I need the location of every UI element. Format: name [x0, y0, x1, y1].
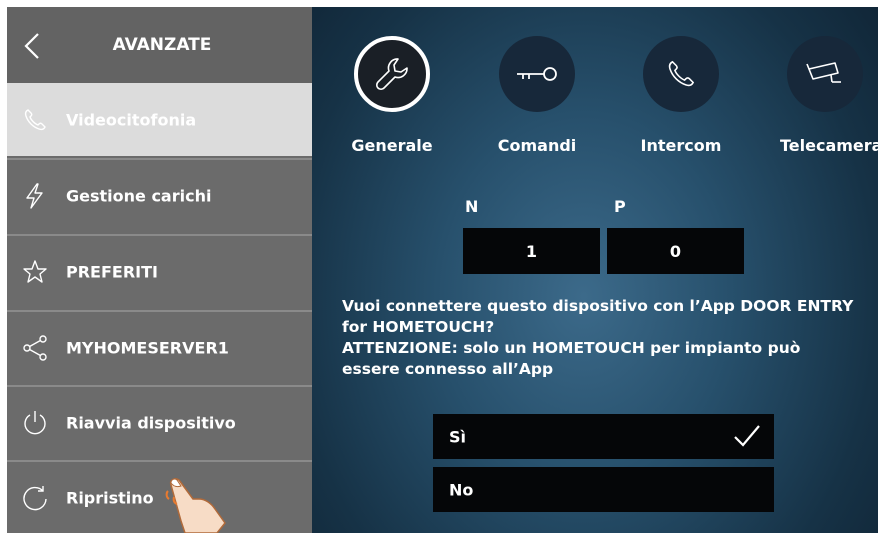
tab-intercom[interactable]: Intercom: [636, 36, 726, 155]
main-panel: Generale Comandi Intercom Telecamera N P…: [312, 7, 878, 533]
sidebar: AVANZATE Videocitofonia Gestione carichi…: [7, 7, 312, 533]
tab-icon-circle: [499, 36, 575, 112]
star-icon: [23, 259, 47, 283]
p-field[interactable]: 0: [607, 228, 744, 274]
sidebar-item-ripristino[interactable]: Ripristino: [7, 460, 312, 533]
sidebar-item-preferiti[interactable]: PREFERITI: [7, 234, 312, 307]
sidebar-item-label: PREFERITI: [66, 262, 158, 281]
tab-label: Telecamera: [780, 136, 878, 155]
sidebar-item-label: Ripristino: [66, 488, 154, 507]
sidebar-item-myhomeserver[interactable]: MYHOMESERVER1: [7, 310, 312, 383]
tab-label: Generale: [351, 136, 433, 155]
sidebar-item-videocitofonia[interactable]: Videocitofonia: [7, 83, 312, 156]
camera-icon: [806, 62, 841, 83]
n-field[interactable]: 1: [463, 228, 600, 274]
tab-icon-circle: [354, 36, 430, 112]
phone-icon: [24, 108, 46, 130]
sidebar-item-gestione-carichi[interactable]: Gestione carichi: [7, 158, 312, 231]
sidebar-item-label: Riavvia dispositivo: [66, 413, 236, 432]
tab-label: Intercom: [640, 136, 722, 155]
app-screen: AVANZATE Videocitofonia Gestione carichi…: [7, 7, 878, 533]
tab-label: Comandi: [497, 136, 577, 155]
reset-icon: [23, 485, 47, 510]
phone-icon: [668, 60, 695, 87]
option-label: No: [449, 480, 474, 499]
power-icon: [24, 410, 46, 434]
tab-icon-circle: [643, 36, 719, 112]
share-icon: [23, 334, 47, 361]
finger-pointer-icon: [165, 478, 226, 533]
connect-question: Vuoi connettere questo dispositivo con l…: [342, 296, 862, 380]
tab-telecamera[interactable]: Telecamera: [780, 36, 878, 155]
wrench-icon: [375, 58, 408, 91]
option-no[interactable]: No: [433, 467, 774, 512]
sidebar-item-label: MYHOMESERVER1: [66, 338, 229, 357]
sidebar-item-label: Videocitofonia: [66, 110, 197, 129]
sidebar-item-riavvia[interactable]: Riavvia dispositivo: [7, 385, 312, 458]
warning-text: ATTENZIONE: solo un HOMETOUCH per impian…: [342, 339, 801, 378]
key-icon: [517, 67, 557, 81]
tab-comandi[interactable]: Comandi: [492, 36, 582, 155]
back-chevron-icon[interactable]: [21, 31, 43, 61]
n-label: N: [465, 197, 479, 216]
checkmark-icon: [734, 425, 760, 447]
sidebar-item-label: Gestione carichi: [66, 186, 212, 205]
sidebar-header: AVANZATE: [7, 7, 312, 83]
p-label: P: [614, 197, 626, 216]
lightning-icon: [26, 182, 43, 209]
sidebar-title: AVANZATE: [112, 35, 212, 55]
tab-icon-circle: [787, 36, 863, 112]
option-label: Sì: [449, 427, 467, 446]
tab-generale[interactable]: Generale: [347, 36, 437, 155]
option-si[interactable]: Sì: [433, 414, 774, 459]
question-text: Vuoi connettere questo dispositivo con l…: [342, 297, 854, 336]
